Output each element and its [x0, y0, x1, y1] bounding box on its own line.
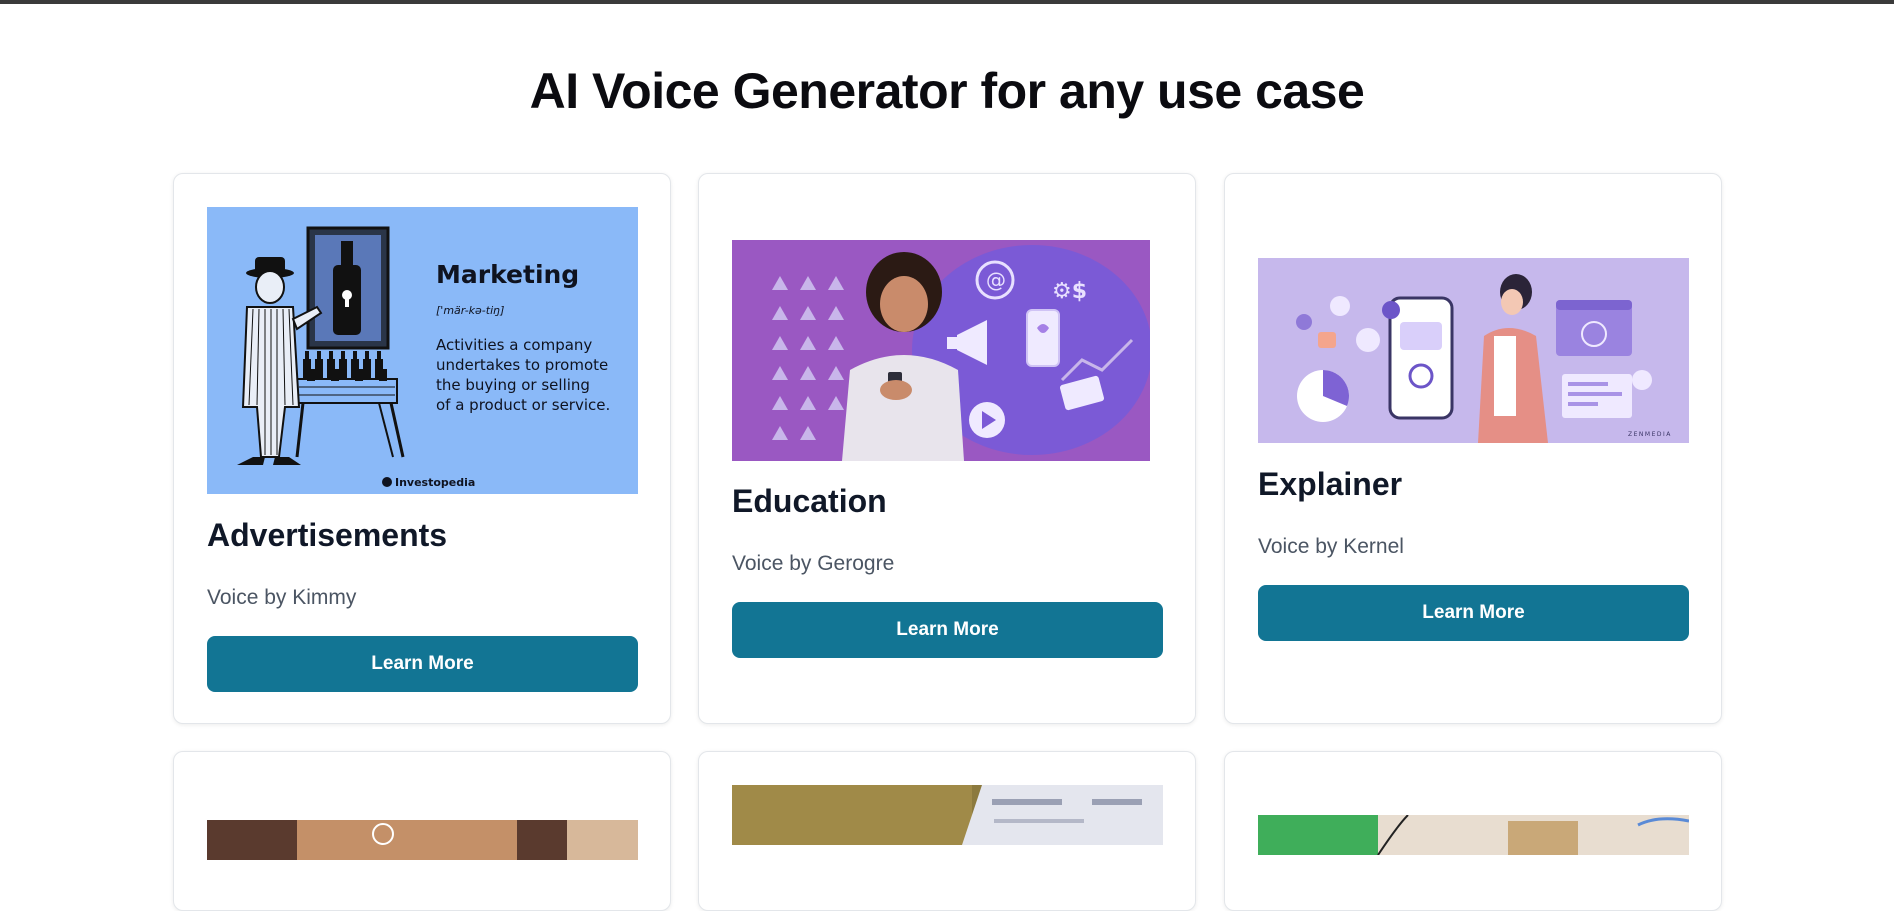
marketing-def-line-3: the buying or selling: [436, 376, 590, 394]
marketing-image: Marketing ['mär-kə-tiŋ] Activities a com…: [207, 207, 638, 494]
marketing-def-line-2: undertakes to promote: [436, 356, 608, 374]
card-voice: Voice by Kimmy: [207, 586, 357, 609]
investopedia-logo: Investopedia: [395, 476, 475, 489]
learn-more-button[interactable]: Learn More: [732, 602, 1163, 658]
card-voice: Voice by Kernel: [1258, 535, 1404, 558]
page-title: AI Voice Generator for any use case: [529, 63, 1365, 119]
svg-text:⚙$: ⚙$: [1052, 279, 1087, 304]
card-row2-1: [173, 751, 671, 911]
marketing-def-line-4: of a product or service.: [436, 396, 610, 414]
card-title: Education: [732, 483, 887, 519]
card-title: Advertisements: [207, 517, 448, 553]
svg-text:@: @: [986, 268, 1006, 292]
marketing-def-line-1: Activities a company: [436, 336, 592, 354]
card-row2-2: [698, 751, 1196, 911]
card-explainer: ZENMEDIA Explainer Voice by Kernel Learn…: [1224, 173, 1722, 724]
top-border: [0, 0, 1894, 4]
card-image: [732, 785, 1163, 845]
learn-more-button[interactable]: Learn More: [1258, 585, 1689, 641]
card-row2-3: [1224, 751, 1722, 911]
card-image: [1258, 815, 1689, 855]
zenmedia-logo: ZENMEDIA: [1628, 431, 1672, 438]
card-title: Explainer: [1258, 466, 1403, 502]
card-image: [207, 820, 638, 860]
learn-more-button[interactable]: Learn More: [207, 636, 638, 692]
education-image: @ ⚙$: [732, 240, 1150, 461]
marketing-phonetic: ['mär-kə-tiŋ]: [436, 304, 504, 317]
card-advertisements: Marketing ['mär-kə-tiŋ] Activities a com…: [173, 173, 671, 724]
card-voice: Voice by Gerogre: [732, 552, 895, 575]
marketing-heading: Marketing: [436, 260, 579, 289]
explainer-image: ZENMEDIA: [1258, 258, 1689, 443]
card-education: @ ⚙$ Education Voice by Gerogre Learn Mo…: [698, 173, 1196, 724]
